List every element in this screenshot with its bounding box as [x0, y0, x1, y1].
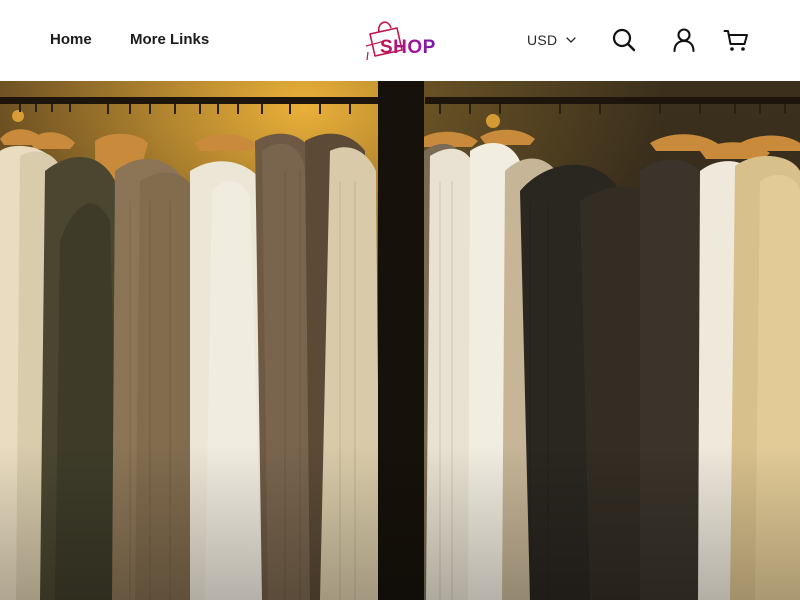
site-header: Home More Links SHOP USD [0, 0, 800, 81]
nav-more-links[interactable]: More Links [130, 31, 209, 48]
cart-icon [723, 30, 748, 51]
cart-button[interactable] [723, 27, 749, 53]
currency-selector[interactable]: USD [527, 32, 577, 48]
shop-logo[interactable]: SHOP [364, 16, 440, 64]
currency-label: USD [527, 32, 558, 48]
logo-text: SHOP [380, 37, 436, 58]
hero-banner [0, 81, 800, 600]
nav-home-link[interactable]: Home [50, 31, 92, 48]
account-button[interactable] [671, 27, 697, 53]
user-icon [673, 28, 695, 53]
search-button[interactable] [611, 27, 637, 53]
chevron-down-icon [566, 36, 577, 43]
clothing-rack-photo [0, 81, 800, 600]
search-icon [612, 28, 636, 52]
